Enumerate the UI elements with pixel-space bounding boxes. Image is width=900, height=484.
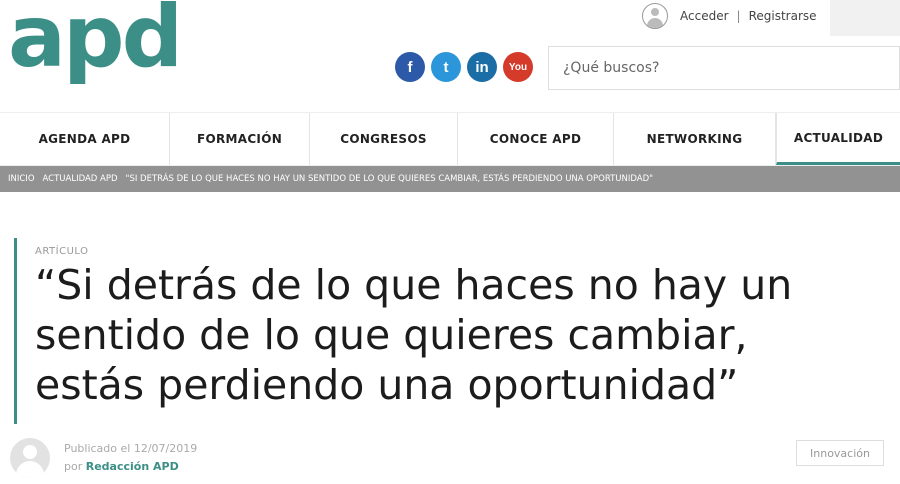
user-icon[interactable] <box>642 3 668 29</box>
header-corner-box <box>830 0 900 36</box>
nav-item-conoce[interactable]: CONOCE APD <box>458 113 614 165</box>
author-block: Publicado el 12/07/2019 por Redacción AP… <box>10 438 197 478</box>
login-link[interactable]: Acceder <box>680 9 729 23</box>
article-title: “Si detrás de lo que haces no hay un sen… <box>35 261 793 409</box>
article-kicker: ARTÍCULO <box>35 246 89 257</box>
twitter-icon[interactable]: t <box>431 52 461 82</box>
by-label: por <box>64 460 83 473</box>
avatar <box>10 438 50 478</box>
youtube-icon[interactable]: You <box>503 52 533 82</box>
nav-item-agenda[interactable]: AGENDA APD <box>0 113 170 165</box>
search-input[interactable]: ¿Qué buscos? <box>548 46 900 90</box>
account-links: Acceder | Registrarse <box>642 3 817 29</box>
breadcrumb-current: "SI DETRÁS DE LO QUE HACES NO HAY UN SEN… <box>125 174 654 184</box>
nav-item-formacion[interactable]: FORMACIÓN <box>170 113 310 165</box>
nav-item-congresos[interactable]: CONGRESOS <box>310 113 458 165</box>
nav-item-networking[interactable]: NETWORKING <box>614 113 776 165</box>
article-header: ARTÍCULO “Si detrás de lo que haces no h… <box>14 238 887 424</box>
breadcrumb-home[interactable]: INICIO <box>8 174 35 184</box>
category-tag[interactable]: Innovación <box>796 440 884 466</box>
author-link[interactable]: Redacción APD <box>86 460 179 473</box>
publish-date: Publicado el 12/07/2019 <box>64 442 198 455</box>
account-separator: | <box>736 9 741 23</box>
facebook-icon[interactable]: f <box>395 52 425 82</box>
apd-logo[interactable]: apd <box>8 0 183 80</box>
linkedin-icon[interactable]: in <box>467 52 497 82</box>
nav-item-actualidad[interactable]: ACTUALIDAD <box>776 113 900 165</box>
register-link[interactable]: Registrarse <box>749 9 817 23</box>
breadcrumb: INICIO ACTUALIDAD APD "SI DETRÁS DE LO Q… <box>0 166 900 192</box>
social-links: f t in You <box>395 52 533 82</box>
breadcrumb-section[interactable]: ACTUALIDAD APD <box>43 174 118 184</box>
main-nav: AGENDA APD FORMACIÓN CONGRESOS CONOCE AP… <box>0 112 900 166</box>
